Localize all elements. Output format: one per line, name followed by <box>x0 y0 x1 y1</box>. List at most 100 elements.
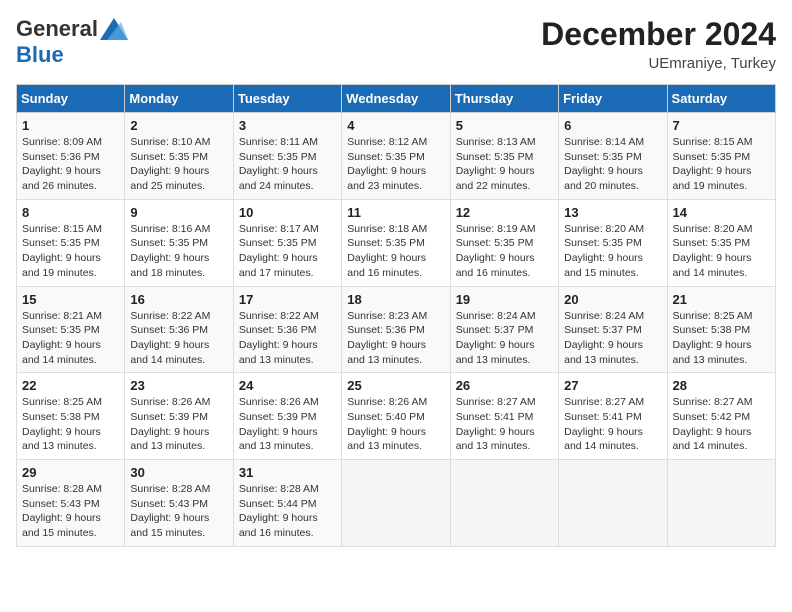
daylight-text: Daylight: 9 hours and 16 minutes. <box>347 252 426 279</box>
sunset-text: Sunset: 5:42 PM <box>673 411 751 423</box>
calendar-cell: 3 Sunrise: 8:11 AM Sunset: 5:35 PM Dayli… <box>233 113 341 200</box>
sunset-text: Sunset: 5:41 PM <box>456 411 534 423</box>
sunrise-text: Sunrise: 8:17 AM <box>239 223 319 235</box>
sunset-text: Sunset: 5:38 PM <box>673 324 751 336</box>
sunset-text: Sunset: 5:43 PM <box>130 498 208 510</box>
daylight-text: Daylight: 9 hours and 13 minutes. <box>239 426 318 453</box>
day-detail: Sunrise: 8:25 AM Sunset: 5:38 PM Dayligh… <box>22 395 119 454</box>
calendar-cell: 29 Sunrise: 8:28 AM Sunset: 5:43 PM Dayl… <box>17 460 125 547</box>
calendar-cell: 23 Sunrise: 8:26 AM Sunset: 5:39 PM Dayl… <box>125 373 233 460</box>
calendar-cell: 28 Sunrise: 8:27 AM Sunset: 5:42 PM Dayl… <box>667 373 775 460</box>
day-number: 27 <box>564 378 661 393</box>
sunset-text: Sunset: 5:35 PM <box>564 151 642 163</box>
calendar-cell: 15 Sunrise: 8:21 AM Sunset: 5:35 PM Dayl… <box>17 286 125 373</box>
daylight-text: Daylight: 9 hours and 13 minutes. <box>347 426 426 453</box>
day-number: 26 <box>456 378 553 393</box>
calendar-cell: 24 Sunrise: 8:26 AM Sunset: 5:39 PM Dayl… <box>233 373 341 460</box>
day-number: 30 <box>130 465 227 480</box>
sunset-text: Sunset: 5:35 PM <box>239 237 317 249</box>
day-of-week-monday: Monday <box>125 85 233 113</box>
day-number: 28 <box>673 378 770 393</box>
day-detail: Sunrise: 8:28 AM Sunset: 5:43 PM Dayligh… <box>130 482 227 541</box>
calendar-week-row: 8 Sunrise: 8:15 AM Sunset: 5:35 PM Dayli… <box>17 199 776 286</box>
page-header: General Blue December 2024 UEmraniye, Tu… <box>16 16 776 72</box>
calendar-cell: 7 Sunrise: 8:15 AM Sunset: 5:35 PM Dayli… <box>667 113 775 200</box>
day-detail: Sunrise: 8:11 AM Sunset: 5:35 PM Dayligh… <box>239 135 336 194</box>
sunrise-text: Sunrise: 8:28 AM <box>239 483 319 495</box>
sunrise-text: Sunrise: 8:20 AM <box>673 223 753 235</box>
daylight-text: Daylight: 9 hours and 14 minutes. <box>673 426 752 453</box>
calendar-cell: 18 Sunrise: 8:23 AM Sunset: 5:36 PM Dayl… <box>342 286 450 373</box>
day-number: 1 <box>22 118 119 133</box>
day-of-week-saturday: Saturday <box>667 85 775 113</box>
day-number: 9 <box>130 205 227 220</box>
day-detail: Sunrise: 8:26 AM Sunset: 5:39 PM Dayligh… <box>130 395 227 454</box>
sunset-text: Sunset: 5:35 PM <box>239 151 317 163</box>
daylight-text: Daylight: 9 hours and 13 minutes. <box>347 339 426 366</box>
day-number: 8 <box>22 205 119 220</box>
day-detail: Sunrise: 8:26 AM Sunset: 5:40 PM Dayligh… <box>347 395 444 454</box>
sunset-text: Sunset: 5:36 PM <box>22 151 100 163</box>
calendar-cell <box>559 460 667 547</box>
location-text: UEmraniye, Turkey <box>541 55 776 72</box>
calendar-cell: 11 Sunrise: 8:18 AM Sunset: 5:35 PM Dayl… <box>342 199 450 286</box>
day-number: 15 <box>22 292 119 307</box>
day-detail: Sunrise: 8:15 AM Sunset: 5:35 PM Dayligh… <box>22 222 119 281</box>
sunset-text: Sunset: 5:35 PM <box>673 237 751 249</box>
day-detail: Sunrise: 8:13 AM Sunset: 5:35 PM Dayligh… <box>456 135 553 194</box>
day-number: 21 <box>673 292 770 307</box>
sunset-text: Sunset: 5:35 PM <box>456 151 534 163</box>
sunset-text: Sunset: 5:43 PM <box>22 498 100 510</box>
calendar-cell: 10 Sunrise: 8:17 AM Sunset: 5:35 PM Dayl… <box>233 199 341 286</box>
daylight-text: Daylight: 9 hours and 13 minutes. <box>130 426 209 453</box>
day-detail: Sunrise: 8:22 AM Sunset: 5:36 PM Dayligh… <box>130 309 227 368</box>
sunrise-text: Sunrise: 8:15 AM <box>673 136 753 148</box>
sunrise-text: Sunrise: 8:22 AM <box>239 310 319 322</box>
sunrise-text: Sunrise: 8:10 AM <box>130 136 210 148</box>
sunrise-text: Sunrise: 8:13 AM <box>456 136 536 148</box>
sunrise-text: Sunrise: 8:16 AM <box>130 223 210 235</box>
calendar-cell: 26 Sunrise: 8:27 AM Sunset: 5:41 PM Dayl… <box>450 373 558 460</box>
sunrise-text: Sunrise: 8:26 AM <box>347 396 427 408</box>
daylight-text: Daylight: 9 hours and 15 minutes. <box>22 512 101 539</box>
calendar-table: SundayMondayTuesdayWednesdayThursdayFrid… <box>16 84 776 547</box>
day-detail: Sunrise: 8:12 AM Sunset: 5:35 PM Dayligh… <box>347 135 444 194</box>
calendar-cell <box>450 460 558 547</box>
sunset-text: Sunset: 5:41 PM <box>564 411 642 423</box>
sunrise-text: Sunrise: 8:15 AM <box>22 223 102 235</box>
sunset-text: Sunset: 5:44 PM <box>239 498 317 510</box>
day-detail: Sunrise: 8:20 AM Sunset: 5:35 PM Dayligh… <box>564 222 661 281</box>
daylight-text: Daylight: 9 hours and 13 minutes. <box>456 339 535 366</box>
sunset-text: Sunset: 5:35 PM <box>130 151 208 163</box>
day-detail: Sunrise: 8:23 AM Sunset: 5:36 PM Dayligh… <box>347 309 444 368</box>
day-of-week-sunday: Sunday <box>17 85 125 113</box>
day-number: 20 <box>564 292 661 307</box>
day-detail: Sunrise: 8:28 AM Sunset: 5:44 PM Dayligh… <box>239 482 336 541</box>
sunset-text: Sunset: 5:35 PM <box>22 324 100 336</box>
day-number: 4 <box>347 118 444 133</box>
day-detail: Sunrise: 8:10 AM Sunset: 5:35 PM Dayligh… <box>130 135 227 194</box>
calendar-cell: 27 Sunrise: 8:27 AM Sunset: 5:41 PM Dayl… <box>559 373 667 460</box>
calendar-cell: 14 Sunrise: 8:20 AM Sunset: 5:35 PM Dayl… <box>667 199 775 286</box>
sunrise-text: Sunrise: 8:28 AM <box>22 483 102 495</box>
sunrise-text: Sunrise: 8:27 AM <box>456 396 536 408</box>
daylight-text: Daylight: 9 hours and 25 minutes. <box>130 165 209 192</box>
calendar-cell: 16 Sunrise: 8:22 AM Sunset: 5:36 PM Dayl… <box>125 286 233 373</box>
calendar-week-row: 22 Sunrise: 8:25 AM Sunset: 5:38 PM Dayl… <box>17 373 776 460</box>
daylight-text: Daylight: 9 hours and 13 minutes. <box>456 426 535 453</box>
logo-icon <box>100 18 128 40</box>
sunset-text: Sunset: 5:38 PM <box>22 411 100 423</box>
sunset-text: Sunset: 5:39 PM <box>130 411 208 423</box>
sunrise-text: Sunrise: 8:24 AM <box>456 310 536 322</box>
title-block: December 2024 UEmraniye, Turkey <box>541 16 776 72</box>
calendar-cell: 31 Sunrise: 8:28 AM Sunset: 5:44 PM Dayl… <box>233 460 341 547</box>
sunset-text: Sunset: 5:36 PM <box>130 324 208 336</box>
day-detail: Sunrise: 8:27 AM Sunset: 5:42 PM Dayligh… <box>673 395 770 454</box>
daylight-text: Daylight: 9 hours and 13 minutes. <box>239 339 318 366</box>
day-of-week-thursday: Thursday <box>450 85 558 113</box>
logo: General Blue <box>16 16 128 68</box>
sunrise-text: Sunrise: 8:22 AM <box>130 310 210 322</box>
calendar-cell: 9 Sunrise: 8:16 AM Sunset: 5:35 PM Dayli… <box>125 199 233 286</box>
day-number: 2 <box>130 118 227 133</box>
day-detail: Sunrise: 8:17 AM Sunset: 5:35 PM Dayligh… <box>239 222 336 281</box>
